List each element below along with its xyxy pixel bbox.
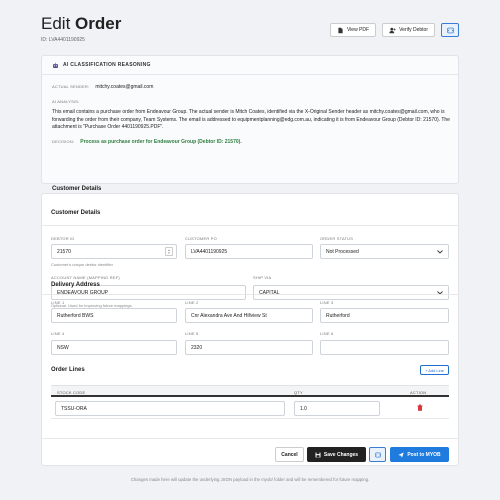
post-to-myob-button[interactable]: Post to MYOB [390,447,449,462]
code-icon [446,27,454,33]
code-icon [374,452,381,457]
save-icon [315,452,321,457]
page-title-light: Edit [41,14,71,33]
trash-icon[interactable] [417,404,423,411]
robot-icon [53,62,58,68]
footer-divider [41,438,459,439]
view-pdf-label: View PDF [346,27,370,33]
decision-value: Process as purchase order for Endeavour … [80,138,242,145]
line4-input[interactable]: NSW [51,340,177,355]
ai-reasoning-title: AI CLASSIFICATION REASONING [63,62,151,68]
qty-input[interactable]: 1.0 [294,401,380,416]
cancel-button[interactable]: Cancel [275,447,304,462]
stock-code-input[interactable]: TSSU-ORA [55,401,285,416]
delivery-address-heading: Delivery Address [51,282,100,288]
table-row: TSSU-ORA 1.0 [51,397,449,419]
line4-value: NSW [57,344,69,351]
line1-value: Rutherford BWS [57,312,94,319]
verify-debtor-label: Verify Debtor [399,27,428,33]
qty-header: QTY [294,390,303,395]
ai-reasoning-header: AI CLASSIFICATION REASONING [42,56,458,75]
line2-input[interactable]: Cnr Alexandra Ave And Hillview St [185,308,313,323]
cancel-label: Cancel [281,451,298,458]
table-header: STOCK CODE QTY ACTION [51,385,449,397]
view-pdf-button[interactable]: View PDF [329,23,377,37]
line6-label: LINE 6 [320,331,334,336]
line3-input[interactable]: Rutherford [320,308,449,323]
send-icon [398,452,405,458]
line5-input[interactable]: 2320 [185,340,313,355]
line2-value: Cnr Alexandra Ave And Hillview St [191,312,267,319]
delivery-and-lines: Delivery Address LINE 1 Rutherford BWS L… [41,193,459,466]
json-footer-button[interactable] [369,447,386,462]
json-button[interactable] [441,23,459,37]
file-icon [338,27,343,33]
line6-input[interactable] [320,340,449,355]
order-lines-table: STOCK CODE QTY ACTION TSSU-ORA 1.0 [51,385,449,419]
customer-details-title: Customer Details [52,186,102,192]
actual-sender-value: mitchy.coates@gmail.com [95,84,154,90]
actual-sender-row: ACTUAL SENDER: mitchy.coates@gmail.com [52,84,448,90]
ai-analysis-label: AI ANALYSIS: [52,99,80,104]
decision-row: DECISION: Process as purchase order for … [52,139,448,145]
save-changes-label: Save Changes [323,451,359,458]
decision-label: DECISION: [52,138,75,144]
order-id: ID: LVA4401190925 [41,37,85,43]
line2-label: LINE 2 [185,300,199,305]
line1-input[interactable]: Rutherford BWS [51,308,177,323]
actual-sender-label: ACTUAL SENDER: [52,84,90,89]
line3-value: Rutherford [326,312,350,319]
add-user-icon [389,27,396,33]
save-changes-button[interactable]: Save Changes [307,447,366,462]
line3-label: LINE 3 [320,300,334,305]
verify-debtor-button[interactable]: Verify Debtor [382,23,435,37]
line4-label: LINE 4 [51,331,65,336]
post-to-myob-label: Post to MYOB [407,451,441,458]
qty-value: 1.0 [300,405,307,412]
header-actions: View PDF Verify Debtor [329,23,459,37]
ai-analysis-text: This email contains a purchase order fro… [52,109,450,130]
ai-reasoning-card: AI CLASSIFICATION REASONING ACTUAL SENDE… [41,55,459,184]
action-header: ACTION [410,390,427,395]
line5-label: LINE 5 [185,331,199,336]
add-line-button[interactable]: + Add Line [419,365,449,375]
footer-note: Changes made here will update the underl… [130,477,370,482]
stock-code-value: TSSU-ORA [61,405,87,412]
page-title: Edit Order [41,14,121,34]
page-title-bold: Order [75,14,122,33]
line1-label: LINE 1 [51,300,65,305]
line5-value: 2320 [191,344,203,351]
order-lines-heading: Order Lines [51,367,85,373]
delivery-divider [41,294,459,295]
stock-code-header: STOCK CODE [57,390,86,395]
page-header: Edit Order ID: LVA4401190925 [41,14,121,43]
